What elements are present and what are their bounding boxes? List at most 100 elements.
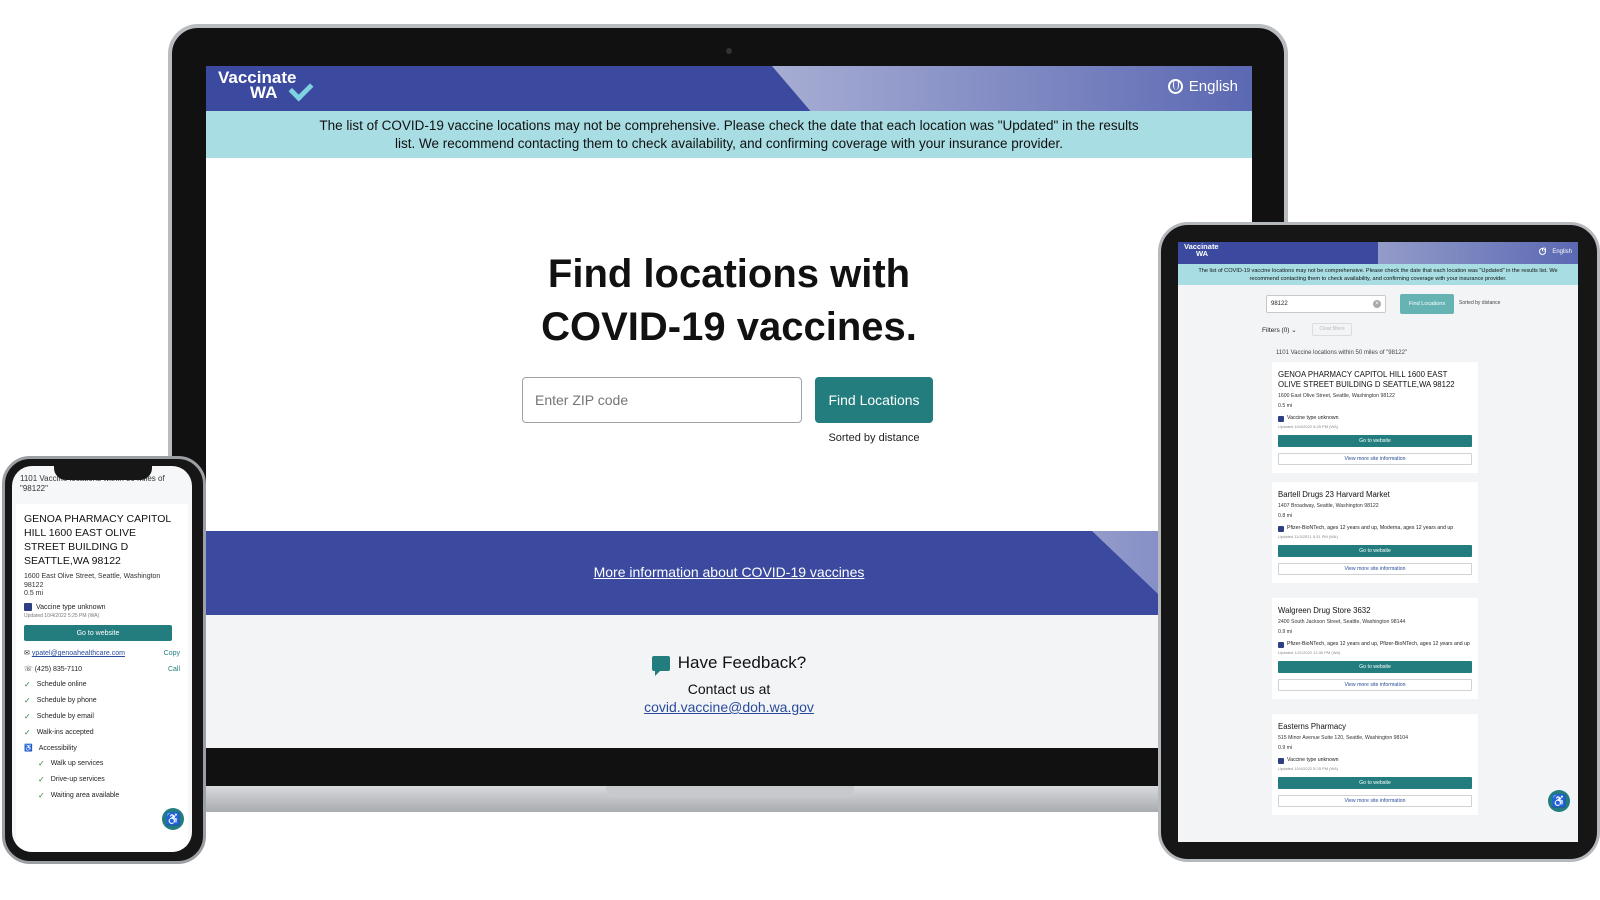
accessibility-item-label: Drive-up services bbox=[50, 776, 105, 783]
view-more-info-button[interactable]: View more site information bbox=[1278, 679, 1472, 691]
globe-icon bbox=[1539, 247, 1547, 255]
view-more-info-button[interactable]: View more site information bbox=[1278, 795, 1472, 807]
feature-label: Schedule by phone bbox=[36, 697, 97, 704]
accessibility-item: ✓ Waiting area available bbox=[24, 791, 180, 800]
clear-icon[interactable]: × bbox=[1373, 300, 1381, 308]
updated-timestamp: Updated 10/4/2022 5:25 PM (WA) bbox=[1278, 424, 1339, 429]
view-more-info-button[interactable]: View more site information bbox=[1278, 563, 1472, 575]
updated-timestamp: Updated 10/4/2022 5:25 PM (WA) bbox=[1278, 766, 1339, 771]
accessibility-menu-button[interactable]: ♿ bbox=[162, 808, 184, 830]
location-card: Easterns Pharmacy 515 Minor Avenue Suite… bbox=[1272, 714, 1478, 815]
find-locations-button[interactable]: Find Locations bbox=[815, 377, 933, 423]
disclaimer-banner: The list of COVID-19 vaccine locations m… bbox=[1178, 264, 1578, 285]
feature-label: Schedule online bbox=[36, 681, 87, 688]
language-selector[interactable]: English bbox=[1167, 78, 1238, 95]
location-name: GENOA PHARMACY CAPITOL HILL 1600 EAST OL… bbox=[24, 513, 171, 567]
phone-icon: ☏ bbox=[24, 666, 33, 673]
accessibility-heading: ♿ Accessibility bbox=[24, 744, 180, 753]
location-address: 1600 East Olive Street, Seattle, Washing… bbox=[24, 573, 161, 589]
vaccinate-wa-logo[interactable]: Vaccinate WA bbox=[1184, 243, 1219, 258]
find-locations-button[interactable]: Find Locations bbox=[1400, 294, 1454, 314]
location-name: Walgreen Drug Store 3632 bbox=[1278, 606, 1371, 615]
page-title: Find locations with COVID-19 vaccines. bbox=[206, 248, 1252, 354]
feature-item: ✓ Schedule by email bbox=[24, 712, 180, 721]
vaccine-icon bbox=[1278, 416, 1284, 422]
search-value: 98122 bbox=[1271, 301, 1288, 307]
location-name: GENOA PHARMACY CAPITOL HILL 1600 EAST OL… bbox=[1278, 370, 1455, 389]
sorted-by-label: Sorted by distance bbox=[1459, 300, 1501, 306]
location-distance: 0.9 mi bbox=[1278, 629, 1293, 635]
logo-text-line2: WA bbox=[1196, 248, 1209, 258]
sorted-by-label: Sorted by distance bbox=[828, 432, 920, 444]
laptop-camera bbox=[726, 48, 732, 54]
filters-label: Filters (0) bbox=[1262, 327, 1290, 334]
filters-dropdown[interactable]: Filters (0) ⌄ bbox=[1262, 326, 1297, 334]
updated-timestamp: Updated 1/21/2022 12:30 PM (WA) bbox=[1278, 650, 1341, 655]
phone-notch bbox=[54, 462, 152, 480]
site-header: Vaccinate WA English bbox=[206, 66, 1252, 111]
check-icon: ✓ bbox=[38, 759, 45, 768]
go-to-website-button[interactable]: Go to website bbox=[1278, 435, 1472, 447]
vaccine-type: Vaccine type unknown bbox=[1278, 757, 1472, 764]
location-card: GENOA PHARMACY CAPITOL HILL 1600 EAST OL… bbox=[16, 504, 188, 852]
title-line-2: COVID-19 vaccines. bbox=[541, 305, 917, 349]
accessibility-item-label: Walk up services bbox=[50, 760, 104, 767]
check-icon: ✓ bbox=[38, 775, 45, 784]
feature-label: Schedule by email bbox=[36, 713, 94, 720]
language-label: English bbox=[1188, 78, 1238, 95]
location-distance: 0.9 mi bbox=[1278, 745, 1293, 751]
vaccine-type-label: Vaccine type unknown bbox=[36, 603, 106, 611]
accessibility-icon: ♿ bbox=[24, 745, 33, 752]
copy-button[interactable]: Copy bbox=[164, 650, 180, 657]
accessibility-menu-button[interactable]: ♿ bbox=[1548, 790, 1570, 812]
view-more-info-button[interactable]: View more site information bbox=[1278, 453, 1472, 465]
email-link[interactable]: ypatel@genoahealthcare.com bbox=[32, 650, 125, 657]
clear-filters-button[interactable]: Clear filters bbox=[1312, 323, 1352, 336]
email-row: ✉ ypatel@genoahealthcare.com Copy bbox=[24, 649, 180, 658]
call-button[interactable]: Call bbox=[168, 666, 180, 673]
hero-section: Find locations with COVID-19 vaccines. F… bbox=[206, 158, 1252, 531]
location-distance: 0.5 mi bbox=[24, 590, 44, 597]
chevron-down-icon: ⌄ bbox=[1291, 327, 1297, 334]
phone-row: ☏ (425) 835-7110 Call bbox=[24, 665, 180, 674]
vaccine-icon bbox=[24, 603, 32, 611]
vaccine-icon bbox=[1278, 642, 1284, 648]
location-distance: 0.5 mi bbox=[1278, 403, 1293, 409]
more-info-section: More information about COVID-19 vaccines bbox=[206, 531, 1252, 615]
laptop-notch bbox=[606, 786, 854, 798]
vaccine-type: Pfizer-BioNTech, ages 12 years and up, M… bbox=[1278, 525, 1472, 532]
phone-number: (425) 835-7110 bbox=[34, 666, 83, 673]
location-name: Easterns Pharmacy bbox=[1278, 722, 1347, 731]
chat-icon bbox=[651, 655, 670, 676]
zip-search-input[interactable]: 98122 × bbox=[1266, 295, 1386, 313]
phone-screen: 1101 Vaccine locations within 50 miles o… bbox=[12, 466, 192, 852]
language-label: English bbox=[1552, 248, 1572, 255]
go-to-website-button[interactable]: Go to website bbox=[1278, 545, 1472, 557]
zip-code-input[interactable] bbox=[522, 377, 802, 423]
accessibility-item: ✓ Drive-up services bbox=[24, 775, 180, 784]
language-selector[interactable]: English bbox=[1539, 247, 1572, 255]
tablet-screen: Vaccinate WA English The list of COVID-1… bbox=[1178, 242, 1578, 842]
check-icon: ✓ bbox=[24, 696, 31, 705]
vaccinate-wa-logo[interactable]: Vaccinate WA bbox=[218, 69, 314, 101]
accessibility-item-label: Waiting area available bbox=[50, 792, 120, 799]
location-card: GENOA PHARMACY CAPITOL HILL 1600 EAST OL… bbox=[1272, 362, 1478, 473]
check-icon: ✓ bbox=[24, 712, 31, 721]
feedback-email-link[interactable]: covid.vaccine@doh.wa.gov bbox=[206, 699, 1252, 715]
feedback-heading: Have Feedback? bbox=[206, 653, 1252, 676]
go-to-website-button[interactable]: Go to website bbox=[1278, 777, 1472, 789]
vaccine-icon bbox=[1278, 526, 1284, 532]
more-info-link[interactable]: More information about COVID-19 vaccines bbox=[206, 564, 1252, 580]
mail-icon: ✉ bbox=[24, 650, 30, 657]
check-icon: ✓ bbox=[24, 728, 31, 737]
location-address: 2400 South Jackson Street, Seattle, Wash… bbox=[1278, 619, 1406, 625]
go-to-website-button[interactable]: Go to website bbox=[1278, 661, 1472, 673]
vaccine-type: Pfizer-BioNTech, ages 12 years and up, P… bbox=[1278, 641, 1472, 648]
go-to-website-button[interactable]: Go to website bbox=[24, 625, 172, 641]
updated-timestamp: Updated 10/4/2022 5:25 PM (WA) bbox=[24, 613, 100, 619]
feature-item: ✓ Schedule by phone bbox=[24, 696, 180, 705]
accessibility-icon: ♿ bbox=[1551, 794, 1567, 808]
feature-label: Walk-ins accepted bbox=[36, 729, 94, 736]
result-count: 1101 Vaccine locations within 50 miles o… bbox=[1276, 350, 1408, 356]
title-line-1: Find locations with bbox=[547, 252, 911, 296]
